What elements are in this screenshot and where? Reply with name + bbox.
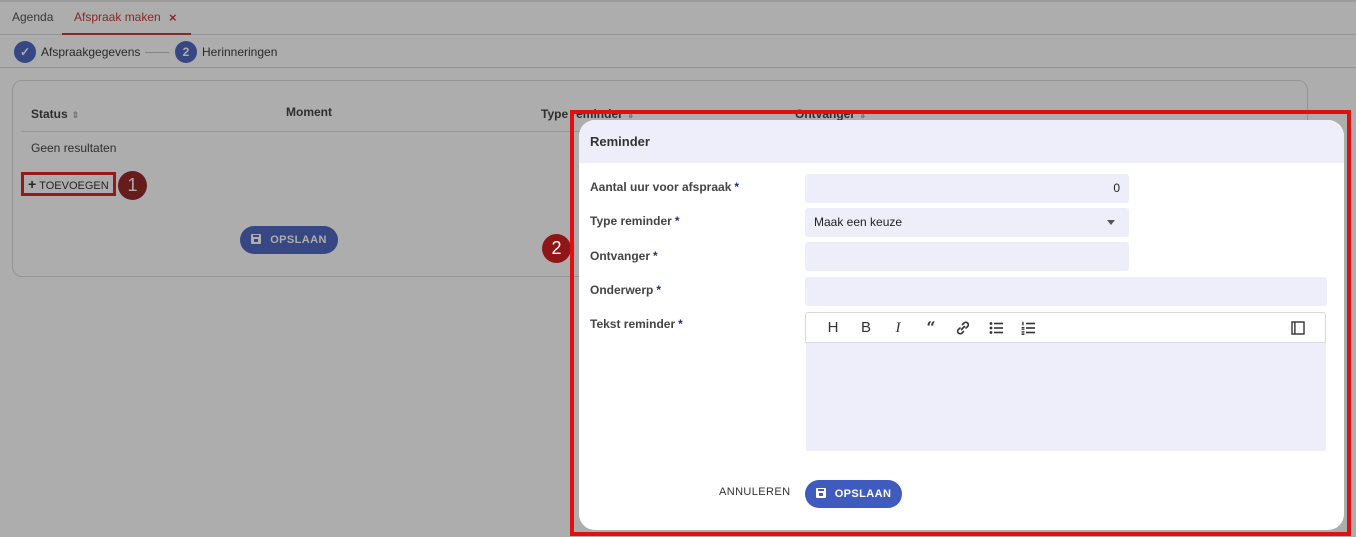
link-icon[interactable]: [953, 318, 973, 338]
recipient-input[interactable]: [805, 242, 1129, 271]
text-reminder-label-text: Tekst reminder: [590, 317, 676, 331]
dialog-save-button-label: OPSLAAN: [834, 488, 892, 500]
text-reminder-label: Tekst reminder *: [590, 317, 683, 331]
hours-label-text: Aantal uur voor afspraak: [590, 180, 732, 194]
type-reminder-value: Maak een keuze: [814, 215, 903, 229]
reminder-dialog: Reminder Aantal uur voor afspraak * 0 Typ…: [579, 120, 1344, 530]
required-marker: *: [678, 317, 683, 331]
chevron-down-icon: [1107, 220, 1115, 225]
save-icon: [815, 488, 826, 498]
type-reminder-label: Type reminder *: [590, 214, 679, 228]
numbered-list-icon[interactable]: [1018, 318, 1038, 338]
recipient-label-text: Ontvanger: [590, 249, 651, 263]
dialog-save-button[interactable]: OPSLAAN: [805, 480, 902, 508]
side-by-side-icon[interactable]: [1288, 318, 1308, 338]
recipient-label: Ontvanger *: [590, 249, 658, 263]
hours-label: Aantal uur voor afspraak *: [590, 180, 739, 194]
subject-label: Onderwerp *: [590, 283, 661, 297]
italic-icon[interactable]: I: [888, 318, 908, 338]
editor-toolbar: H B I “: [805, 312, 1326, 343]
type-reminder-select[interactable]: Maak een keuze: [805, 208, 1129, 237]
app-window: Agenda Afspraak maken × ✓ Afspraakgegeve…: [0, 0, 1356, 537]
annotation-badge-2: 2: [542, 234, 571, 263]
dialog-title: Reminder: [579, 120, 1344, 163]
required-marker: *: [734, 180, 740, 194]
bold-icon[interactable]: B: [856, 318, 876, 338]
cancel-button[interactable]: ANNULEREN: [719, 486, 790, 498]
required-marker: *: [656, 283, 662, 297]
subject-input[interactable]: [805, 277, 1327, 306]
hours-input[interactable]: 0: [805, 174, 1129, 203]
type-reminder-label-text: Type reminder: [590, 214, 672, 228]
quote-icon[interactable]: “: [921, 318, 941, 338]
required-marker: *: [653, 249, 658, 263]
text-reminder-editor[interactable]: [806, 343, 1326, 451]
required-marker: *: [674, 214, 680, 228]
heading-icon[interactable]: H: [823, 318, 843, 338]
bullet-list-icon[interactable]: [986, 318, 1006, 338]
subject-label-text: Onderwerp: [590, 283, 654, 297]
